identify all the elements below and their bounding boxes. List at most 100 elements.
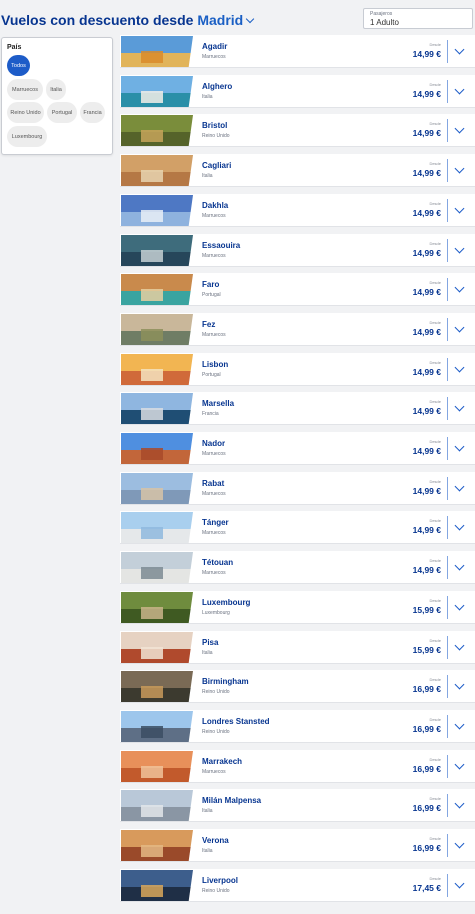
chevron-down-icon[interactable] — [454, 243, 465, 254]
destination-city: Rabat — [202, 479, 225, 488]
title-prefix: Vuelos con descuento desde — [1, 12, 194, 28]
destination-row[interactable]: Marrakech Marruecos Desde 16,99 € — [120, 750, 475, 783]
destination-row[interactable]: Agadir Marruecos Desde 14,99 € — [120, 35, 475, 68]
destination-row[interactable]: Marsella Francia Desde 14,99 € — [120, 392, 475, 425]
row-divider — [447, 80, 448, 103]
destination-price: 14,99 € — [412, 287, 441, 297]
destination-row[interactable]: Birmingham Reino Unido Desde 16,99 € — [120, 670, 475, 703]
destination-country: Marruecos — [202, 54, 226, 60]
chevron-down-icon[interactable] — [454, 719, 465, 730]
destination-photo — [121, 592, 193, 623]
destination-row[interactable]: Nador Marruecos Desde 14,99 € — [120, 432, 475, 465]
chevron-down-icon[interactable] — [454, 838, 465, 849]
destination-row[interactable]: Tánger Marruecos Desde 14,99 € — [120, 511, 475, 544]
destination-city: Nador — [202, 439, 226, 448]
photo-feature — [141, 289, 163, 301]
row-divider — [447, 556, 448, 579]
filter-chip-italia[interactable]: Italia — [46, 79, 66, 100]
destination-city: Milán Malpensa — [202, 796, 262, 805]
destination-row[interactable]: Luxembourg Luxembourg Desde 15,99 € — [120, 591, 475, 624]
filter-chip-luxembourg[interactable]: Luxembourg — [7, 126, 47, 147]
destination-row[interactable]: Cagliari Italia Desde 14,99 € — [120, 154, 475, 187]
price-prefix: Desde — [429, 82, 441, 87]
price-prefix: Desde — [429, 638, 441, 643]
destination-photo — [121, 195, 193, 226]
destination-row[interactable]: Tétouan Marruecos Desde 14,99 € — [120, 551, 475, 584]
photo-feature — [141, 527, 163, 539]
destination-row[interactable]: Rabat Marruecos Desde 14,99 € — [120, 472, 475, 505]
chevron-down-icon[interactable] — [454, 441, 465, 452]
chevron-down-icon[interactable] — [454, 362, 465, 373]
destination-country: Luxembourg — [202, 610, 230, 616]
destination-price: 16,99 € — [412, 803, 441, 813]
row-divider — [447, 596, 448, 619]
origin-city-selector[interactable]: Madrid — [197, 12, 243, 28]
chevron-down-icon[interactable] — [454, 123, 465, 134]
destination-photo — [121, 314, 193, 345]
destination-photo — [121, 552, 193, 583]
destination-price: 14,99 € — [412, 128, 441, 138]
destination-price: 14,99 € — [412, 49, 441, 59]
chevron-down-icon[interactable] — [454, 481, 465, 492]
destination-row[interactable]: Milán Malpensa Italia Desde 16,99 € — [120, 789, 475, 822]
photo-feature — [141, 51, 163, 63]
destination-row[interactable]: Pisa Italia Desde 15,99 € — [120, 631, 475, 664]
destination-row[interactable]: Faro Portugal Desde 14,99 € — [120, 273, 475, 306]
page-header: Vuelos con descuento desde Madrid Pasaje… — [0, 0, 475, 36]
destination-country: Marruecos — [202, 332, 226, 338]
destination-country: Italia — [202, 848, 213, 854]
destination-row[interactable]: Bristol Reino Unido Desde 14,99 € — [120, 114, 475, 147]
destination-photo — [121, 76, 193, 107]
filter-chip-todos[interactable]: Todos — [7, 55, 30, 76]
chevron-down-icon[interactable] — [454, 163, 465, 174]
chevron-down-icon[interactable] — [454, 878, 465, 889]
destination-row[interactable]: Fez Marruecos Desde 14,99 € — [120, 313, 475, 346]
chevron-down-icon[interactable] — [454, 520, 465, 531]
chevron-down-icon[interactable] — [454, 44, 465, 55]
destination-city: Dakhla — [202, 201, 229, 210]
chevron-down-icon[interactable] — [454, 322, 465, 333]
destination-photo — [121, 830, 193, 861]
passengers-field[interactable]: Pasajeros 1 Adulto — [363, 8, 473, 29]
destination-country: Marruecos — [202, 253, 226, 259]
photo-feature — [141, 885, 163, 897]
chevron-down-icon[interactable] — [454, 600, 465, 611]
chevron-down-icon[interactable] — [454, 798, 465, 809]
chevron-down-icon[interactable] — [454, 640, 465, 651]
row-divider — [447, 358, 448, 381]
chevron-down-icon[interactable] — [454, 282, 465, 293]
filter-chip-marruecos[interactable]: Marruecos — [7, 79, 43, 100]
row-divider — [447, 159, 448, 182]
filter-chip-francia[interactable]: Francia — [80, 102, 105, 123]
chevron-down-icon[interactable] — [454, 401, 465, 412]
chevron-down-icon[interactable] — [454, 759, 465, 770]
destination-row[interactable]: Essaouira Marruecos Desde 14,99 € — [120, 234, 475, 267]
destination-row[interactable]: Verona Italia Desde 16,99 € — [120, 829, 475, 862]
destination-city: Marrakech — [202, 757, 243, 766]
photo-feature — [141, 488, 163, 500]
chevron-down-icon[interactable] — [454, 560, 465, 571]
destination-row[interactable]: Dakhla Marruecos Desde 14,99 € — [120, 194, 475, 227]
photo-feature — [141, 805, 163, 817]
destination-row[interactable]: Liverpool Reino Unido Desde 17,45 € — [120, 869, 475, 902]
price-prefix: Desde — [429, 518, 441, 523]
chevron-down-icon[interactable] — [454, 679, 465, 690]
filter-chip-reino-unido[interactable]: Reino Unido — [7, 102, 44, 123]
destination-row[interactable]: Lisbon Portugal Desde 14,99 € — [120, 353, 475, 386]
chevron-down-icon[interactable] — [454, 84, 465, 95]
price-prefix: Desde — [429, 201, 441, 206]
row-divider — [447, 755, 448, 778]
destination-row[interactable]: Alghero Italia Desde 14,99 € — [120, 75, 475, 108]
destination-city: Marsella — [202, 399, 235, 408]
photo-feature — [141, 567, 163, 579]
photo-feature — [141, 686, 163, 698]
destination-country: Reino Unido — [202, 689, 230, 695]
destination-country: Reino Unido — [202, 133, 230, 139]
chevron-down-icon[interactable] — [245, 14, 255, 24]
price-prefix: Desde — [429, 757, 441, 762]
destination-row[interactable]: Londres Stansted Reino Unido Desde 16,99… — [120, 710, 475, 743]
chevron-down-icon[interactable] — [454, 203, 465, 214]
price-prefix: Desde — [429, 161, 441, 166]
filter-chip-portugal[interactable]: Portugal — [47, 102, 77, 123]
price-prefix: Desde — [429, 399, 441, 404]
